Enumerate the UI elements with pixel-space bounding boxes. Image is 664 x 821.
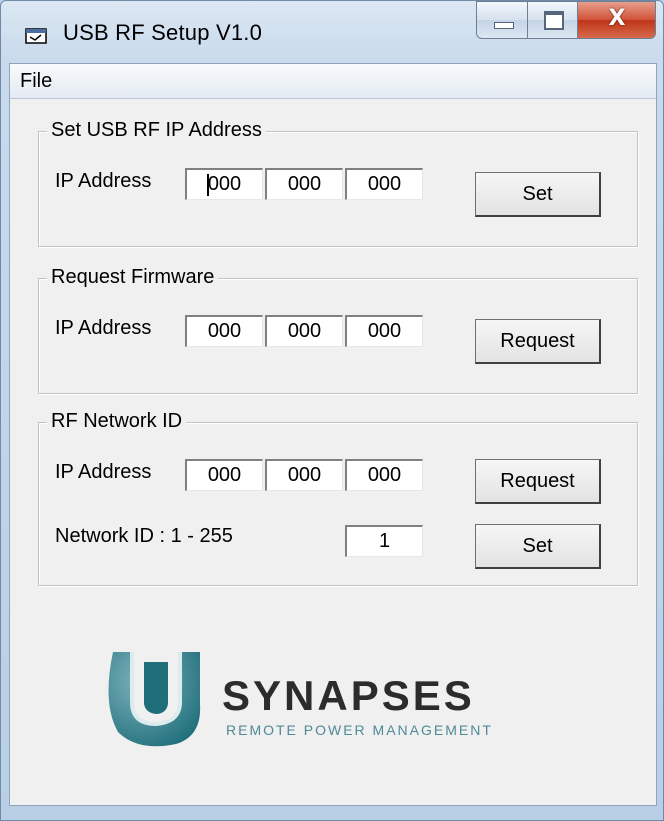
group-set-ip: Set USB RF IP Address IP Address 000 000… (38, 119, 638, 247)
firmware-ip-octet-1[interactable]: 000 (185, 315, 263, 347)
minimize-icon (494, 22, 514, 29)
synapses-logo: SYNAPSES REMOTE POWER MANAGEMENT (98, 644, 578, 754)
window-title: USB RF Setup V1.0 (63, 20, 263, 45)
close-button[interactable]: X (578, 1, 656, 39)
text-caret (207, 174, 209, 196)
group-set-ip-legend: Set USB RF IP Address (47, 119, 266, 142)
network-ip-address-label: IP Address (55, 461, 152, 483)
set-ip-octet-1[interactable]: 000 (185, 168, 263, 200)
app-window: USB RF Setup V1.0 X File Set USB RF IP A… (0, 0, 664, 821)
logo-tagline: REMOTE POWER MANAGEMENT (226, 722, 493, 738)
request-network-id-button[interactable]: Request (475, 459, 601, 504)
network-ip-octet-3[interactable]: 000 (345, 459, 423, 491)
set-ip-octet-2[interactable]: 000 (265, 168, 343, 200)
network-id-range-label: Network ID : 1 - 255 (55, 525, 233, 547)
group-rf-network-id: RF Network ID IP Address 000 000 000 Req… (38, 410, 638, 586)
caption-buttons: X (476, 1, 656, 41)
synapses-logo-mark-icon (108, 652, 201, 747)
maximize-button[interactable] (528, 1, 578, 39)
firmware-ip-octet-2[interactable]: 000 (265, 315, 343, 347)
client-area: File Set USB RF IP Address IP Address 00… (9, 63, 657, 806)
network-id-input[interactable]: 1 (345, 525, 423, 557)
title-bar[interactable]: USB RF Setup V1.0 X (1, 1, 663, 63)
set-ip-octet-1-value: 000 (207, 173, 242, 195)
set-ip-address-label: IP Address (55, 170, 152, 192)
maximize-icon (544, 11, 564, 30)
minimize-button[interactable] (476, 1, 528, 39)
menu-bar: File (10, 64, 656, 99)
logo-name: SYNAPSES (222, 672, 475, 719)
request-firmware-button[interactable]: Request (475, 319, 601, 364)
group-rf-network-id-legend: RF Network ID (47, 410, 187, 433)
firmware-ip-octet-3[interactable]: 000 (345, 315, 423, 347)
menu-file[interactable]: File (16, 70, 56, 93)
network-ip-octet-1[interactable]: 000 (185, 459, 263, 491)
network-ip-octet-2[interactable]: 000 (265, 459, 343, 491)
group-request-firmware-legend: Request Firmware (47, 266, 219, 289)
group-request-firmware: Request Firmware IP Address 000 000 000 … (38, 266, 638, 394)
close-icon: X (608, 6, 626, 31)
app-window-icon (25, 28, 47, 44)
set-ip-button[interactable]: Set (475, 172, 601, 217)
firmware-ip-address-label: IP Address (55, 317, 152, 339)
set-ip-octet-3[interactable]: 000 (345, 168, 423, 200)
set-network-id-button[interactable]: Set (475, 524, 601, 569)
